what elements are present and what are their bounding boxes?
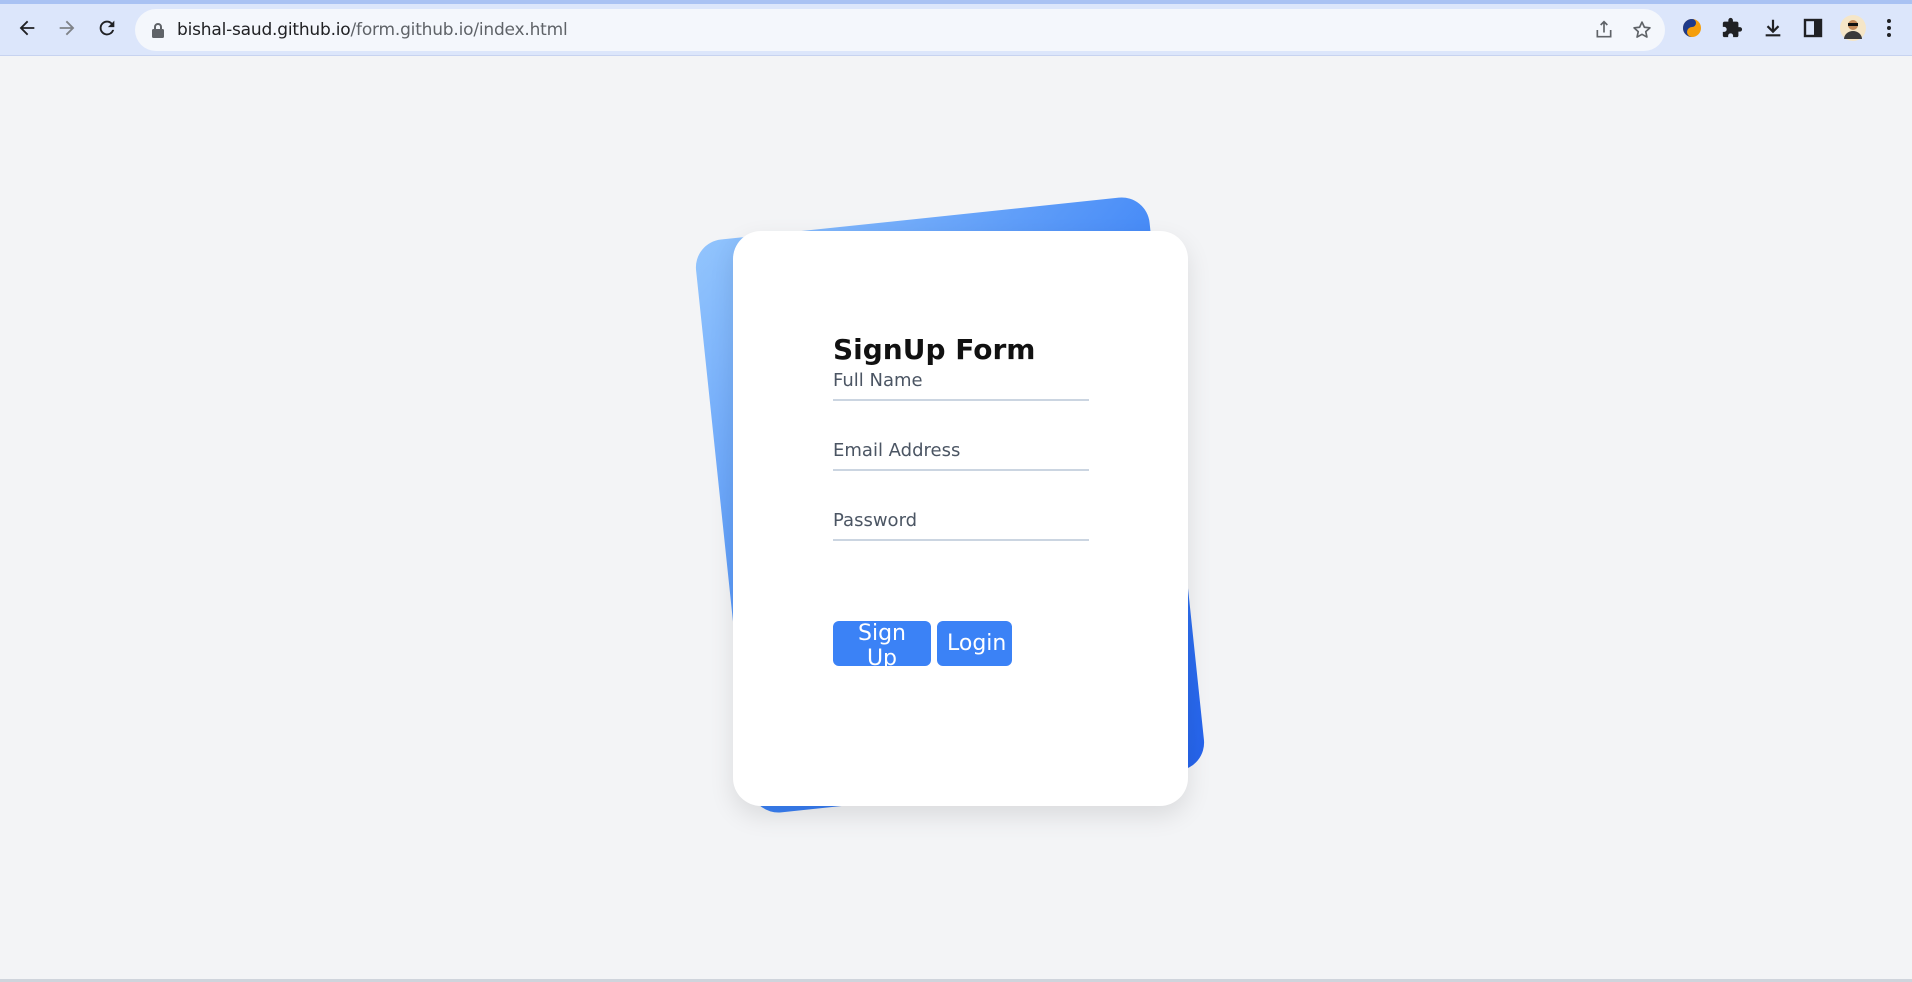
side-panel-icon[interactable] [1800, 15, 1826, 41]
browser-toolbar: bishal-saud.github.io/form.github.io/ind… [0, 0, 1912, 56]
more-vert-icon[interactable] [1876, 15, 1902, 41]
star-icon[interactable] [1630, 18, 1654, 42]
avatar[interactable] [1840, 15, 1866, 41]
back-arrow-icon [19, 20, 35, 36]
reload-icon [99, 20, 115, 36]
back-button[interactable] [11, 12, 43, 44]
url-path: /form.github.io/index.html [350, 20, 568, 40]
password-input[interactable] [833, 501, 1089, 541]
url-host: bishal-saud.github.io [177, 20, 351, 40]
download-icon[interactable] [1760, 15, 1786, 41]
login-button[interactable]: Login [937, 621, 1012, 666]
forward-arrow-icon [59, 20, 75, 36]
signup-button[interactable]: Sign Up [833, 621, 931, 671]
extension-logo-icon[interactable] [1679, 15, 1705, 41]
forward-button[interactable] [51, 12, 83, 44]
full-name-input[interactable] [833, 361, 1089, 401]
signup-card: SignUp Form Sign Up Login [733, 231, 1188, 806]
url-text: bishal-saud.github.io/form.github.io/ind… [177, 20, 568, 40]
puzzle-icon[interactable] [1719, 15, 1745, 41]
address-bar[interactable]: bishal-saud.github.io/form.github.io/ind… [135, 9, 1665, 51]
reload-button[interactable] [91, 12, 123, 44]
lock-icon [152, 23, 164, 38]
tab-strip [0, 0, 1912, 4]
share-icon[interactable] [1592, 18, 1616, 42]
email-input[interactable] [833, 431, 1089, 471]
